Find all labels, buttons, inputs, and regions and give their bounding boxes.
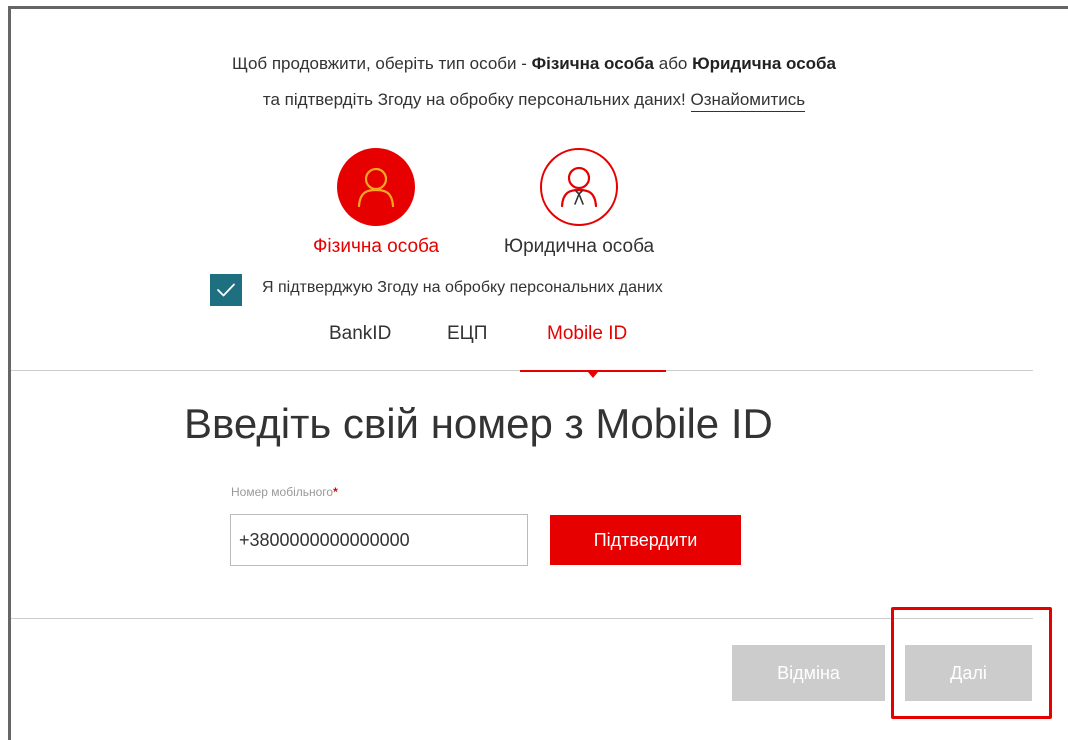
active-tab-notch-icon xyxy=(588,372,598,378)
person-icon xyxy=(337,148,415,226)
intro-line-2: та підтвердіть Згоду на обробку персонал… xyxy=(0,90,1068,112)
footer-divider xyxy=(11,618,1033,619)
person-tie-icon xyxy=(540,148,618,226)
mobile-id-heading: Введіть свій номер з Mobile ID xyxy=(184,400,773,447)
tab-bankid[interactable]: BankID xyxy=(329,323,391,345)
consent-read-link[interactable]: Ознайомитись xyxy=(690,90,806,112)
tab-ecp[interactable]: ЕЦП xyxy=(447,323,487,345)
checkmark-icon xyxy=(217,283,235,297)
window-frame-left xyxy=(8,6,11,740)
person-type-individual-label: Фізична особа xyxy=(312,236,440,257)
phone-field-label: Номер мобільного* xyxy=(231,485,338,499)
intro-consent-text: та підтвердіть Згоду на обробку персонал… xyxy=(262,90,691,109)
intro-or: або xyxy=(654,54,693,73)
confirm-button[interactable]: Підтвердити xyxy=(550,515,741,565)
person-type-legal[interactable]: Юридична особа xyxy=(484,148,674,258)
cancel-button[interactable]: Відміна xyxy=(732,645,885,701)
intro-option-individual: Фізична особа xyxy=(531,54,655,73)
person-type-legal-label: Юридична особа xyxy=(503,236,655,257)
intro-line-1: Щоб продовжити, оберіть тип особи - Фізи… xyxy=(0,54,1068,74)
intro-option-legal: Юридична особа xyxy=(692,54,836,73)
phone-input[interactable] xyxy=(230,514,528,566)
tab-mobile-id[interactable]: Mobile ID xyxy=(547,323,627,345)
consent-checkbox[interactable] xyxy=(210,274,242,306)
intro-prefix: Щоб продовжити, оберіть тип особи - xyxy=(232,54,532,73)
consent-checkbox-label: Я підтверджую Згоду на обробку персональ… xyxy=(262,279,663,296)
next-button[interactable]: Далі xyxy=(905,645,1032,701)
phone-field-label-text: Номер мобільного xyxy=(231,485,334,499)
window-frame-top xyxy=(8,6,1068,9)
required-mark: * xyxy=(333,485,338,499)
person-type-individual[interactable]: Фізична особа xyxy=(296,148,456,258)
